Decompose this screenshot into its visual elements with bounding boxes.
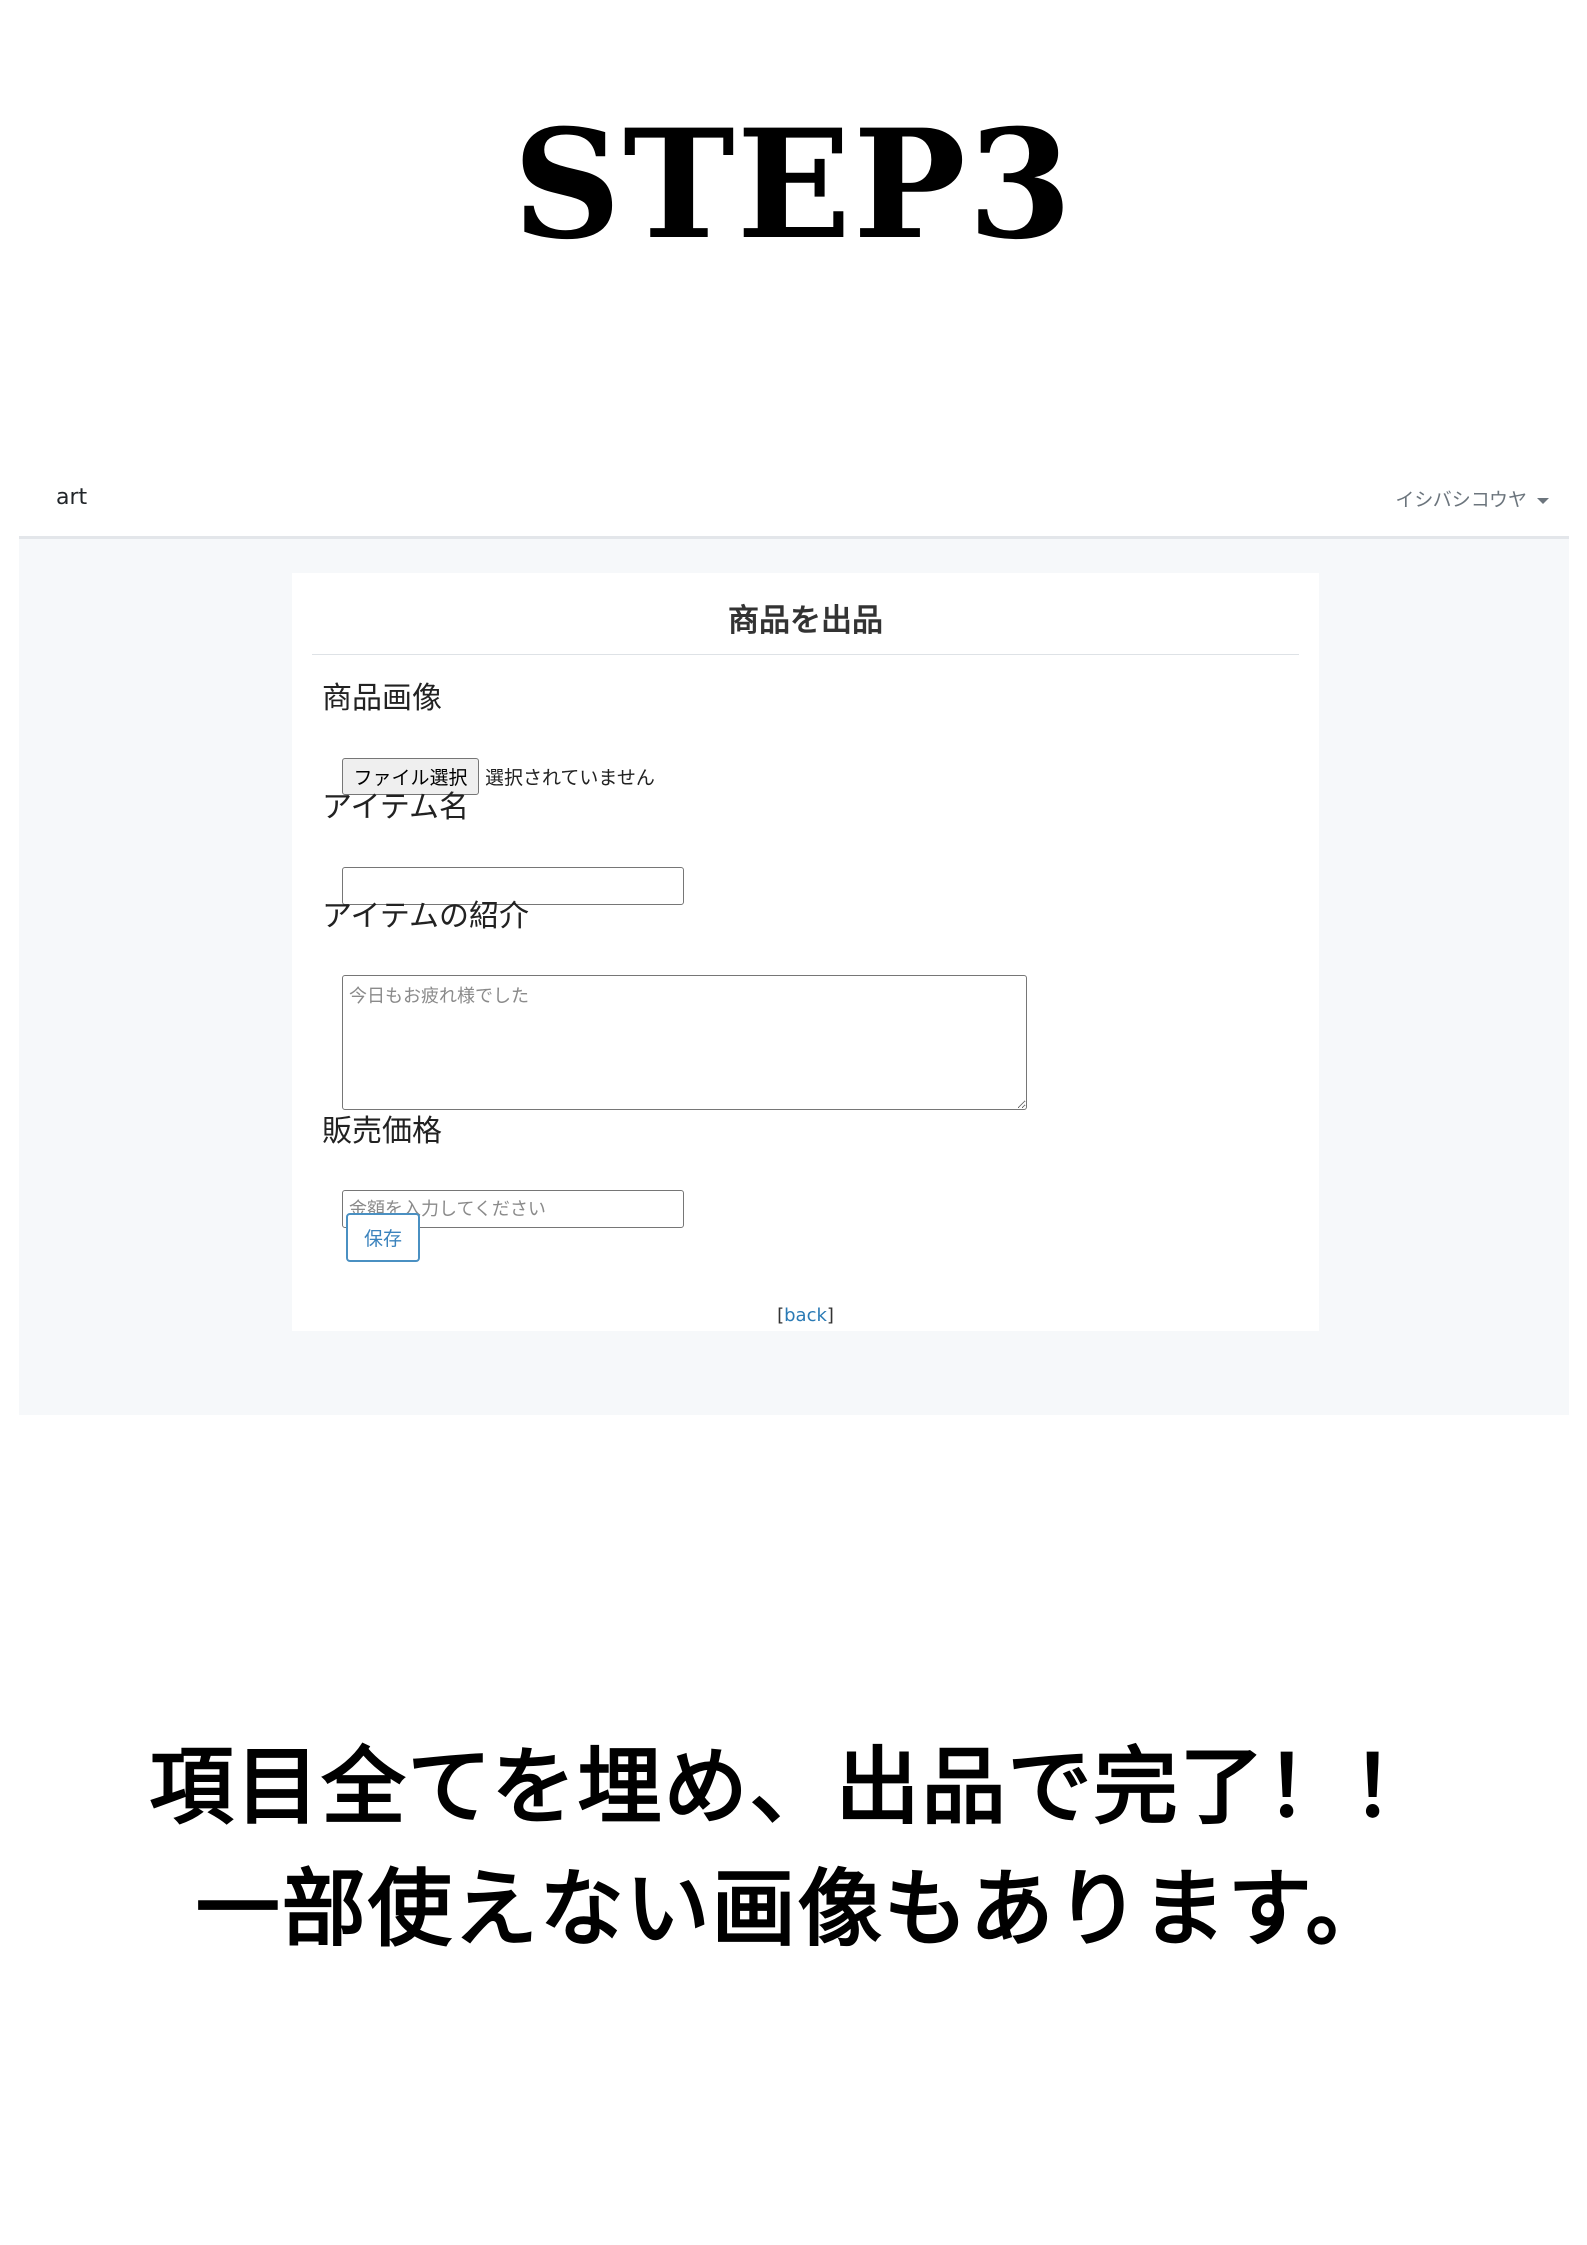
name-label: アイテム名: [322, 790, 469, 825]
caption-line-1: 項目全てを埋め、出品で完了！！: [149, 1738, 1438, 1836]
price-label: 販売価格: [322, 1114, 442, 1149]
back-link-wrapper: [back]: [292, 1305, 1319, 1326]
user-dropdown[interactable]: イシバシコウヤ: [1395, 485, 1549, 512]
image-label: 商品画像: [322, 681, 442, 716]
description-label: アイテムの紹介: [322, 899, 529, 934]
save-button[interactable]: 保存: [346, 1213, 420, 1262]
brand-link[interactable]: art: [56, 485, 87, 510]
caption-line-2: 一部使えない画像もあります。: [195, 1860, 1392, 1958]
app-screenshot: art イシバシコウヤ 商品を出品 商品画像 ファイル選択 選択されていません …: [19, 463, 1569, 1415]
navbar: art イシバシコウヤ: [19, 463, 1569, 539]
user-name: イシバシコウヤ: [1395, 489, 1527, 511]
caret-down-icon: [1537, 497, 1549, 504]
file-status: 選択されていません: [485, 767, 655, 789]
back-link[interactable]: back: [784, 1305, 827, 1326]
item-description-textarea[interactable]: [342, 975, 1027, 1110]
listing-form-card: 商品を出品 商品画像 ファイル選択 選択されていません アイテム名 アイテムの紹…: [292, 573, 1319, 1331]
step-title: STEP3: [512, 97, 1075, 273]
bracket-close: ]: [826, 1305, 834, 1326]
form-title: 商品を出品: [312, 595, 1299, 655]
